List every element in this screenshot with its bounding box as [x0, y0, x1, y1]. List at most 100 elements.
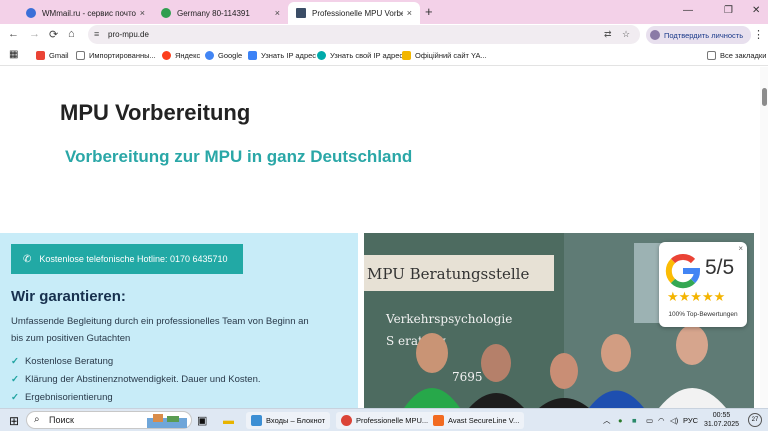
tab-title: Germany 80-114391	[177, 8, 250, 18]
hotline-label: Kostenlose telefonische Hotline: 0170 64…	[39, 254, 228, 264]
scrollbar[interactable]	[760, 67, 768, 408]
guarantee-heading: Wir garantieren:	[11, 288, 126, 305]
google-icon	[205, 51, 214, 60]
page-title: MPU Vorbereitung	[60, 100, 251, 125]
scrollbar-thumb[interactable]	[762, 88, 767, 106]
taskbar-app-avast[interactable]: Avast SecureLine V...	[428, 412, 525, 429]
rating-label: 100% Top-Bewertungen	[668, 311, 738, 318]
tab-close-icon[interactable]: ×	[407, 8, 412, 18]
search-icon: ⌕	[34, 414, 40, 425]
language-indicator[interactable]: РУС	[683, 412, 698, 429]
site-info-icon[interactable]: ≡	[94, 29, 99, 39]
translate-icon[interactable]: ⇄	[604, 29, 612, 40]
verify-identity-button[interactable]: Подтвердить личность	[646, 26, 752, 44]
folder-icon	[76, 51, 85, 60]
guarantee-text: Umfassende Begleitung durch ein professi…	[11, 316, 309, 344]
tray-network-icon[interactable]: ▭	[646, 412, 653, 429]
clock-date: 31.07.2025	[704, 421, 740, 428]
apps-grid-icon[interactable]: ▦	[9, 49, 18, 60]
bookmark-google[interactable]: Google	[205, 51, 242, 60]
menu-button[interactable]: ⋮	[753, 28, 764, 41]
check-icon: ✓	[11, 392, 19, 403]
volume-icon[interactable]: ◁)	[670, 412, 678, 429]
sign-title: MPU Beratungsstelle	[367, 265, 529, 283]
check-icon: ✓	[11, 356, 19, 367]
bookmark-star-icon[interactable]: ☆	[622, 29, 630, 40]
avast-icon	[433, 415, 444, 426]
bookmark-gmail[interactable]: Gmail	[36, 51, 69, 60]
tray-app-icon[interactable]: ■	[632, 412, 637, 429]
rating-score: 5/5	[705, 256, 735, 279]
web-page: MPU Vorbereitung Vorbereitung zur MPU in…	[0, 67, 760, 408]
tab-strip: WMmail.ru - сервис почтовых × Germany 80…	[0, 0, 768, 24]
mail-icon	[26, 8, 36, 18]
search-highlight-icon	[147, 414, 187, 428]
help-icon	[161, 8, 171, 18]
yandex-icon	[162, 51, 171, 60]
minimize-button[interactable]: —	[683, 5, 693, 16]
page-subtitle: Vorbereitung zur MPU in ganz Deutschland	[65, 147, 413, 166]
tab-title: Professionelle MPU Vorbereitu	[312, 8, 403, 18]
bookmark-my-ip[interactable]: Узнать свой IP адрес	[317, 51, 403, 60]
bookmark-ip[interactable]: Узнать IP адрес	[248, 51, 316, 60]
taskbar-app-notepad[interactable]: Входы – Блокнот	[246, 412, 331, 429]
tray-chevron-icon[interactable]: ︿	[603, 412, 611, 429]
bookmarks-bar: ▦ Gmail Импортированны... Яндекс Google …	[0, 46, 768, 66]
clock-time: 00:55	[712, 412, 731, 419]
home-button[interactable]: ⌂	[68, 28, 75, 40]
google-logo-icon	[665, 254, 700, 289]
bookmark-yandex[interactable]: Яндекс	[162, 51, 200, 60]
hotline-button[interactable]: ✆ Kostenlose telefonische Hotline: 0170 …	[11, 244, 243, 274]
windows-start-icon[interactable]: ⊞	[9, 412, 19, 429]
all-bookmarks[interactable]: Все закладки	[707, 51, 766, 60]
task-view-icon[interactable]: ▣	[197, 412, 207, 429]
notepad-icon	[251, 415, 262, 426]
list-item: ✓ Ergebnisorientierung	[11, 392, 113, 403]
clock[interactable]: 00:55 31.07.2025	[704, 411, 739, 429]
list-item: ✓ Kostenlose Beratung	[11, 356, 114, 367]
folder-icon	[707, 51, 716, 60]
tab-germany[interactable]: Germany 80-114391 ×	[153, 2, 288, 24]
file-explorer-icon[interactable]: ▬	[223, 412, 234, 429]
list-item: ✓ Klärung der Abstinenznotwendigkeit. Dau…	[11, 374, 261, 385]
rating-stars: ★★★★★	[667, 289, 726, 304]
taskbar-app-chrome[interactable]: Professionelle MPU...	[336, 412, 434, 429]
site-favicon-icon	[296, 8, 306, 18]
bookmark-imported[interactable]: Импортированны...	[76, 51, 156, 60]
toolbar: ← → ⟳ ⌂ ≡ pro-mpu.de ⇄ ☆ Подтвердить лич…	[0, 24, 768, 46]
ip-icon	[248, 51, 257, 60]
new-tab-button[interactable]: +	[425, 4, 433, 19]
ip-icon	[317, 51, 326, 60]
gmail-icon	[36, 51, 45, 60]
back-button[interactable]: ←	[8, 28, 19, 40]
bookmark-official[interactable]: Офіційний сайт YA...	[402, 51, 487, 60]
tab-mpu[interactable]: Professionelle MPU Vorbereitu ×	[288, 2, 420, 24]
site-icon	[402, 51, 411, 60]
forward-button[interactable]: →	[29, 28, 40, 40]
tab-close-icon[interactable]: ×	[275, 8, 280, 18]
tray-app-icon[interactable]: ●	[618, 412, 623, 429]
restore-button[interactable]: ❐	[724, 5, 733, 16]
address-bar[interactable]: ≡ pro-mpu.de ⇄ ☆	[88, 25, 640, 44]
notification-badge[interactable]: 27	[748, 413, 762, 427]
window-close-button[interactable]: ✕	[752, 5, 760, 16]
wifi-icon[interactable]: ◠	[658, 412, 665, 429]
tab-close-icon[interactable]: ×	[140, 8, 145, 18]
sign-phone: 7695	[452, 370, 483, 384]
taskbar-search[interactable]: ⌕ Поиск	[26, 411, 192, 429]
sign-line1: Verkehrspsychologie	[385, 312, 512, 326]
url-text: pro-mpu.de	[108, 30, 149, 39]
phone-icon: ✆	[23, 253, 32, 265]
reload-button[interactable]: ⟳	[49, 28, 58, 41]
chrome-icon	[341, 415, 352, 426]
guarantee-panel: ✆ Kostenlose telefonische Hotline: 0170 …	[0, 233, 358, 408]
google-rating-badge[interactable]: × 5/5 ★★★★★ 100% Top-Bewertungen	[659, 242, 747, 327]
avatar	[650, 30, 660, 40]
search-placeholder: Поиск	[49, 415, 74, 425]
tab-title: WMmail.ru - сервис почтовых	[42, 8, 136, 18]
close-icon[interactable]: ×	[738, 244, 743, 253]
tab-wmmail[interactable]: WMmail.ru - сервис почтовых ×	[18, 2, 153, 24]
check-icon: ✓	[11, 374, 19, 385]
taskbar: ⊞ ⌕ Поиск ▣ ▬ Входы – Блокнот Profession…	[0, 408, 768, 431]
verify-label: Подтвердить личность	[664, 30, 744, 40]
